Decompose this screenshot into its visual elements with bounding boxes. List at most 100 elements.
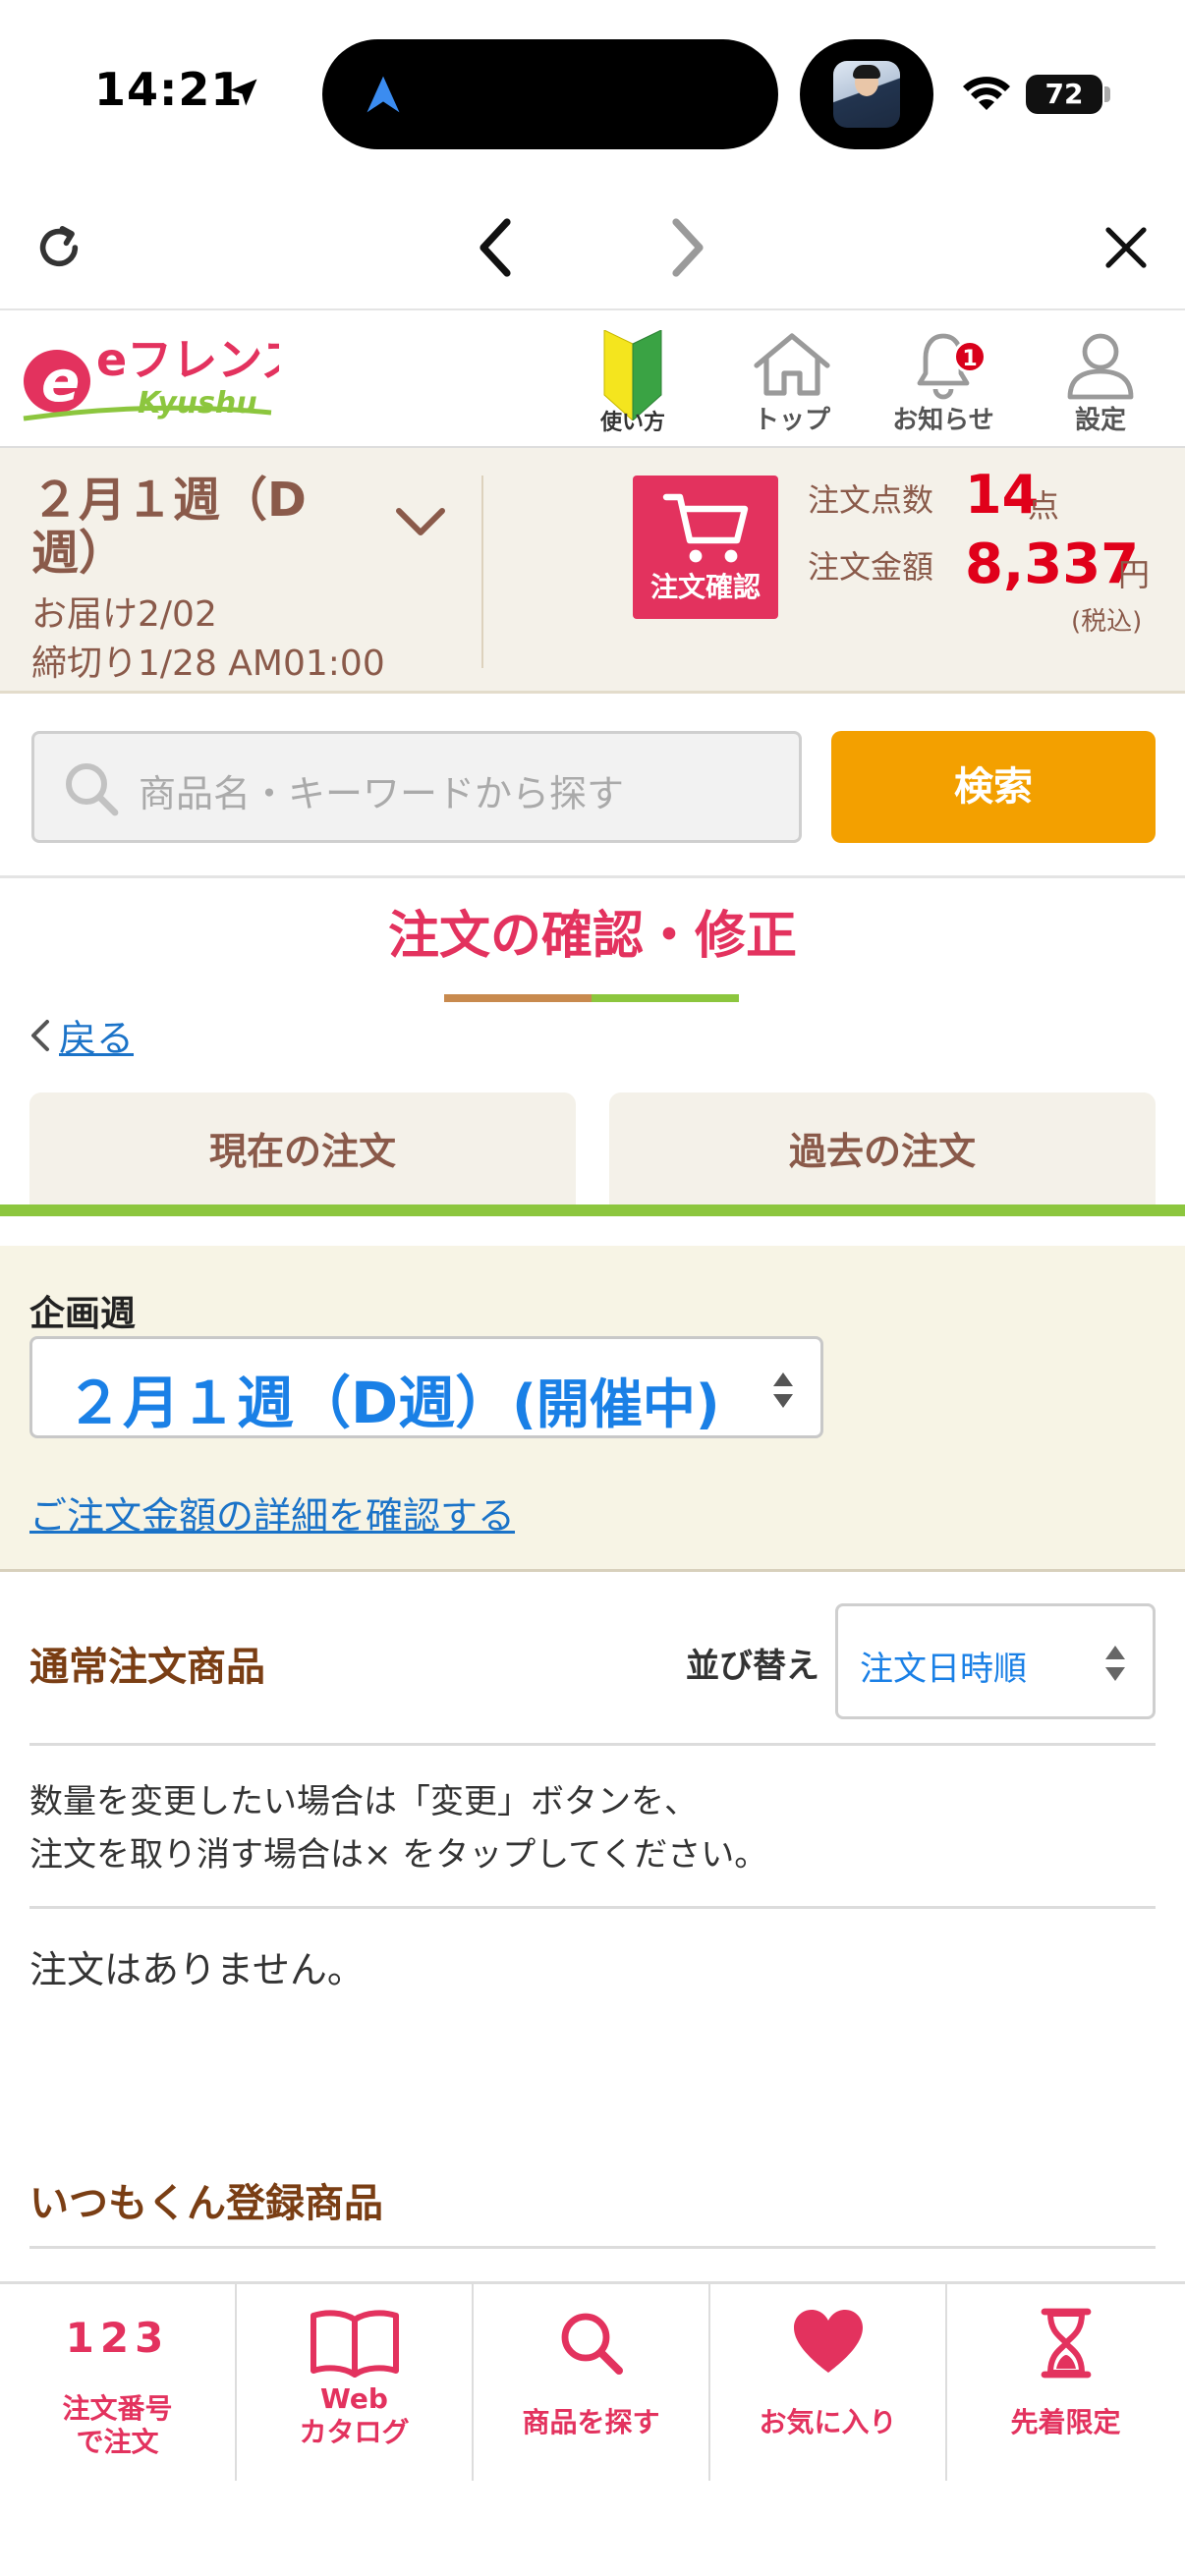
header-settings-label: 設定	[1074, 406, 1126, 435]
logo-sub: Kyushu	[138, 386, 257, 420]
forward-nav-button[interactable]	[656, 216, 719, 279]
sort-value: 注文日時順	[860, 1650, 1027, 1689]
back-nav-button[interactable]	[464, 216, 527, 279]
search-input[interactable]: 商品名・キーワードから探す	[31, 731, 802, 843]
sort-label: 並び替え	[686, 1647, 819, 1686]
order-deadline: 締切り1/28 AM01:00	[31, 644, 385, 684]
chevron-down-icon[interactable]	[395, 503, 446, 542]
order-number-icon: 123	[65, 2314, 170, 2362]
reload-icon	[39, 226, 79, 267]
planning-week-select[interactable]: ２月１週（D週）(開催中)	[29, 1336, 823, 1438]
live-activity-avatar	[800, 39, 933, 149]
planning-week-name: ２月１週（D週）	[66, 1370, 513, 1436]
nav-order-by-number-label-1: 注文番号	[62, 2392, 173, 2425]
header-howto-button[interactable]: 使い方	[574, 318, 692, 446]
normal-orders-title: 通常注文商品	[29, 1645, 265, 1690]
reload-button[interactable]	[28, 216, 90, 279]
delivery-date: お届け2/02	[31, 594, 217, 635]
current-week-title[interactable]: ２月１週（D週）	[31, 474, 326, 580]
nav-web-catalog-label-2: カタログ	[299, 2416, 410, 2448]
book-icon	[310, 2310, 399, 2378]
header-top-label: トップ	[753, 406, 830, 435]
chevron-left-icon	[480, 218, 511, 277]
search-placeholder: 商品名・キーワードから探す	[139, 772, 625, 815]
select-arrows-icon	[1105, 1646, 1125, 1681]
nav-search-products[interactable]: 商品を探す	[474, 2284, 710, 2481]
tab-current-orders[interactable]: 現在の注文	[29, 1092, 576, 1210]
nav-favorites-label: お気に入り	[759, 2406, 897, 2438]
nav-limited[interactable]: 先着限定	[947, 2284, 1184, 2481]
header-top-button[interactable]: トップ	[733, 318, 851, 446]
no-orders-message: 注文はありません。	[29, 1948, 365, 1991]
battery-level: 72	[1044, 78, 1084, 110]
page-title: 注文の確認・修正	[387, 907, 797, 966]
divider	[29, 1743, 1156, 1746]
header-settings-button[interactable]: 設定	[1042, 318, 1159, 446]
location-arrow-icon	[230, 79, 257, 106]
back-chevron-icon[interactable]	[28, 1018, 53, 1053]
browser-toolbar	[0, 187, 1185, 310]
search-area: 商品名・キーワードから探す 検索	[0, 694, 1185, 878]
nav-order-by-number[interactable]: 123 注文番号 で注文	[0, 2284, 237, 2481]
planning-week-label: 企画週	[29, 1294, 137, 1334]
back-link[interactable]: 戻る	[59, 1008, 134, 1062]
navigation-glyph-icon	[367, 76, 400, 113]
order-count-label: 注文点数	[808, 481, 934, 519]
select-arrows-icon	[773, 1372, 793, 1408]
itsumokun-title: いつもくん登録商品	[29, 2181, 383, 2226]
site-header: e eフレンズ Kyushu 使い方 トップ 1 お知らせ 設定	[0, 310, 1185, 448]
header-notice-label: お知らせ	[892, 406, 994, 435]
notification-badge: 1	[953, 340, 987, 373]
planning-week-status: (開催中)	[512, 1373, 720, 1435]
status-time: 14:21	[94, 63, 244, 116]
home-icon	[754, 333, 830, 396]
hourglass-icon	[1041, 2308, 1091, 2379]
sort-select[interactable]: 注文日時順	[835, 1603, 1156, 1719]
cart-icon	[662, 493, 749, 563]
title-underline-left	[444, 994, 592, 1002]
order-amount-value: 8,337	[965, 532, 1140, 596]
order-count-unit: 点	[1028, 487, 1060, 525]
tab-past-orders[interactable]: 過去の注文	[609, 1092, 1156, 1210]
user-icon	[1067, 333, 1134, 400]
battery-tip	[1104, 86, 1110, 102]
title-underline-right	[592, 994, 739, 1002]
close-icon	[1105, 227, 1147, 268]
instruction-line-1: 数量を変更したい場合は「変更」ボタンを、	[29, 1782, 698, 1821]
order-confirm-button[interactable]: 注文確認	[633, 476, 778, 619]
header-notice-button[interactable]: 1 お知らせ	[884, 318, 1002, 446]
summary-divider	[481, 476, 483, 668]
bottom-nav-bar: 123 注文番号 で注文 Web カタログ 商品を探す お気に入り 先着限定	[0, 2281, 1185, 2576]
close-button[interactable]	[1095, 216, 1157, 279]
chevron-right-icon	[672, 218, 704, 277]
logo-text: eフレンズ	[96, 333, 279, 386]
dynamic-island	[322, 39, 778, 149]
avatar-thumbnail	[833, 61, 900, 128]
svg-text:e: e	[41, 348, 80, 415]
heart-icon	[793, 2310, 863, 2373]
nav-favorites[interactable]: お気に入り	[710, 2284, 947, 2481]
nav-search-products-label: 商品を探す	[522, 2406, 660, 2438]
order-amount-unit: 円	[1118, 556, 1151, 593]
search-button[interactable]: 検索	[831, 731, 1156, 843]
order-summary-strip: ２月１週（D週） お届け2/02 締切り1/28 AM01:00 注文確認 注文…	[0, 448, 1185, 694]
header-howto-label: 使い方	[599, 411, 665, 435]
order-amount-label: 注文金額	[808, 548, 934, 586]
efriends-kyushu-logo[interactable]: e eフレンズ Kyushu	[14, 324, 307, 432]
nav-web-catalog[interactable]: Web カタログ	[237, 2284, 474, 2481]
divider	[29, 1906, 1156, 1909]
tab-rule	[0, 1204, 1185, 1216]
planning-week-panel: 企画週 ２月１週（D週）(開催中) ご注文金額の詳細を確認する	[0, 1246, 1185, 1572]
tax-note: (税込)	[1071, 607, 1143, 637]
nav-order-by-number-label-2: で注文	[76, 2426, 159, 2458]
order-amount-detail-link[interactable]: ご注文金額の詳細を確認する	[29, 1485, 515, 1540]
nav-web-catalog-label-1: Web	[320, 2382, 388, 2415]
search-icon	[561, 2313, 623, 2375]
instruction-line-2: 注文を取り消す場合は× をタップしてください。	[29, 1835, 768, 1875]
nav-limited-label: 先着限定	[1010, 2406, 1121, 2438]
status-bar: 14:21 72	[0, 0, 1185, 187]
wifi-icon	[963, 77, 1010, 110]
battery-indicator: 72	[1026, 75, 1102, 114]
divider	[29, 2246, 1156, 2249]
planning-week-value: ２月１週（D週）(開催中)	[66, 1357, 720, 1439]
